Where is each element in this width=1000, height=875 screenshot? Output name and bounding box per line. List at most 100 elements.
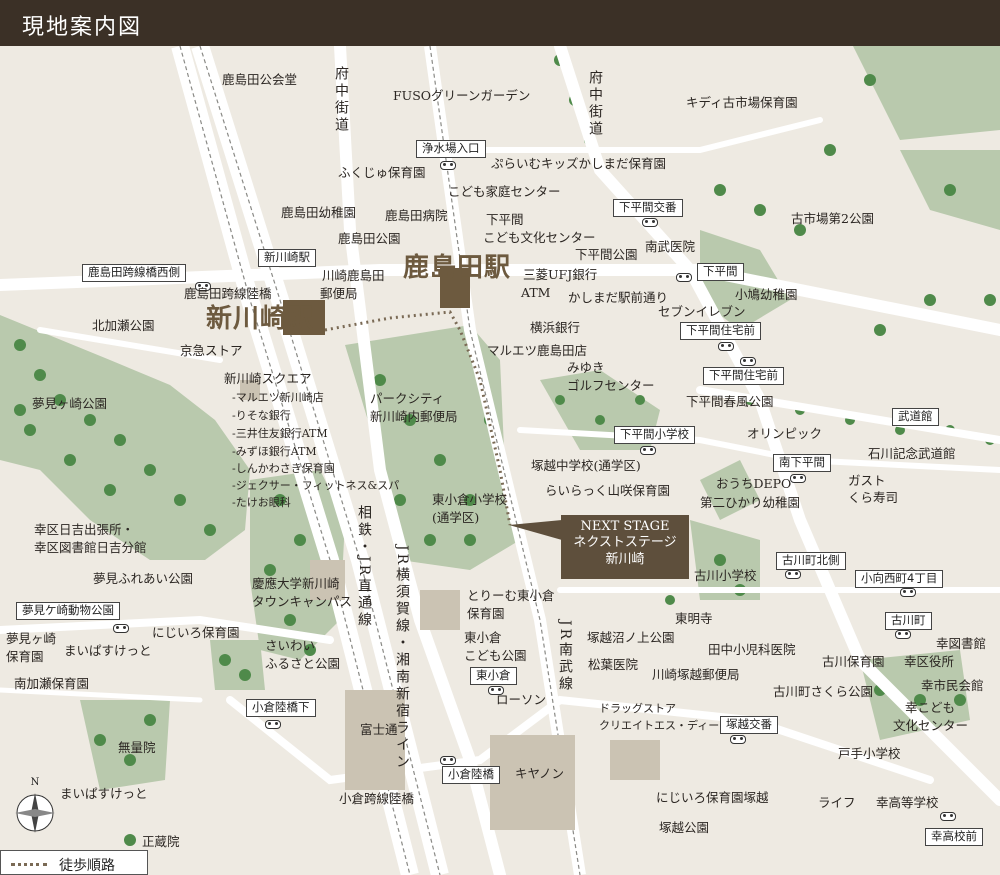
place-label: -たけお眼科 (232, 496, 291, 509)
place-label: かしまだ駅前通り (568, 290, 669, 305)
bus-stop-icon (640, 446, 656, 455)
place-label: 東明寺 (675, 611, 713, 626)
place-label: 京急ストア (180, 343, 243, 358)
place-label: 下平間春風公園 (686, 394, 774, 409)
place-label: 小倉跨線陸橋 (339, 791, 415, 806)
bus-stop-icon (440, 756, 456, 765)
place-label: 幸区図書館日吉分館 (34, 540, 147, 555)
bus-stop-label: 南下平間 (773, 454, 831, 472)
bus-stop-icon (113, 624, 129, 633)
place-label: (通学区) (432, 510, 480, 525)
place-label: とりーむ東小倉 (467, 588, 555, 603)
bus-stop-icon (790, 474, 806, 483)
legend-label: 徒歩順路 (59, 858, 115, 874)
place-label: 南加瀬保育園 (14, 676, 90, 691)
place-label: 無量院 (118, 740, 156, 755)
place-label: こども公園 (464, 648, 527, 663)
place-label: 塚越中学校(通学区) (531, 458, 641, 473)
place-label: ふるさと公園 (265, 656, 341, 671)
railway-label: JR南武線 (557, 620, 573, 694)
place-label: -みずほ銀行ATM (232, 445, 317, 458)
compass-icon: N (15, 777, 55, 833)
place-label: 保育園 (467, 606, 505, 621)
bus-stop-icon (440, 161, 456, 170)
bus-stop-label: 下平間交番 (613, 199, 683, 217)
place-label: さいわい (265, 638, 316, 653)
bus-stop-label: 古川町 (885, 612, 932, 630)
bus-stop-icon (900, 588, 916, 597)
place-label: みゆき (567, 360, 605, 375)
place-label: 慶應大学新川崎 (252, 576, 340, 591)
bus-stop-label: 小向西町4丁目 (855, 570, 944, 588)
place-label: ガスト (848, 473, 886, 488)
bus-stop-label: 古川町北側 (776, 552, 846, 570)
place-label: 松葉医院 (588, 657, 639, 672)
bus-stop-label: 小倉陸橋 (442, 766, 500, 784)
place-label: 文化センター (893, 718, 969, 733)
place-label: こども家庭センター (448, 184, 561, 199)
place-label: -しんかわさき保育園 (232, 462, 335, 475)
place-label: タウンキャンパス (252, 594, 353, 609)
place-label: 下平間 (486, 212, 524, 227)
bus-stop-label: 東小倉 (470, 667, 517, 685)
place-label: おうちDEPO (716, 476, 792, 491)
bus-stop-icon (676, 273, 692, 282)
page-title: 現地案内図 (22, 15, 143, 40)
railway-label: JR横須賀線・湘南新宿ライン (394, 545, 410, 772)
place-label: 幸高等学校 (876, 795, 939, 810)
place-label: 幸市民会館 (921, 678, 984, 693)
place-label: 鹿島田公園 (338, 231, 401, 246)
shinkawasaki-station-label: 新川崎駅 (206, 304, 315, 334)
place-label: 東小倉 (464, 630, 502, 645)
property-marker[interactable]: NEXT STAGE ネクストステージ 新川崎 (561, 515, 689, 579)
header-bar: 現地案内図 (0, 0, 1000, 46)
place-label: クリエイトエス・ディー (599, 719, 720, 732)
place-label: 夢見ふれあい公園 (93, 571, 194, 586)
place-label: 幸区役所 (904, 654, 955, 669)
place-label: 富士通 (360, 722, 398, 737)
place-label: 幸区日吉出張所・ (34, 522, 135, 537)
place-label: 下平間公園 (575, 247, 638, 262)
place-label: 第二ひかり幼稚園 (700, 495, 801, 510)
bus-stop-icon (265, 720, 281, 729)
place-label: ぷらいむキッズかしまだ保育園 (491, 156, 667, 171)
bus-stop-label: 浄水場入口 (416, 140, 486, 158)
place-label: -りそな銀行 (232, 409, 291, 422)
legend: 徒歩順路 (0, 850, 148, 875)
place-label: 三菱UFJ銀行 (523, 267, 598, 282)
place-label: 夢見ヶ崎公園 (32, 396, 108, 411)
place-label: 古川町さくら公園 (773, 684, 874, 699)
place-label: 鹿島田公会堂 (222, 72, 298, 87)
road-label: 府中街道 (587, 70, 603, 138)
property-name-place: 新川崎 (605, 551, 645, 567)
place-label: マルエツ鹿島田店 (487, 343, 588, 358)
place-label: 川崎塚越郵便局 (652, 667, 740, 682)
bus-stop-label: 下平間住宅前 (680, 322, 761, 340)
bus-stop-label: 新川崎駅 (258, 249, 316, 267)
place-label: 古川保育園 (822, 654, 885, 669)
place-label: らいらっく山咲保育園 (545, 483, 671, 498)
place-label: 新川崎内郵便局 (370, 409, 458, 424)
place-label: 塚越沼ノ上公園 (587, 630, 675, 645)
place-label: キディ古市場保育園 (686, 95, 798, 110)
bus-stop-icon (718, 342, 734, 351)
road-label: 府中街道 (333, 66, 349, 134)
bus-stop-icon (940, 812, 956, 821)
place-label: 東小倉小学校 (432, 492, 508, 507)
place-label: 古市場第2公園 (791, 211, 874, 226)
property-name-en: NEXT STAGE (580, 519, 670, 534)
place-label: まいぱすけっと (64, 643, 152, 658)
place-label: 横浜銀行 (530, 320, 581, 335)
kashimada-station-label: 鹿島田駅 (403, 253, 512, 283)
place-label: -三井住友銀行ATM (232, 427, 328, 440)
place-label: ドラッグストア (599, 702, 676, 715)
place-label: ふくじゅ保育園 (338, 165, 426, 180)
place-label: オリンピック (747, 426, 823, 441)
place-label: 田中小児科医院 (708, 642, 796, 657)
bus-stop-label: 幸高校前 (925, 828, 983, 846)
place-label: 石川記念武道館 (868, 446, 956, 461)
place-label: パークシティ (370, 391, 445, 406)
place-label: FUSOグリーンガーデン (393, 88, 531, 103)
bus-stop-label: 小倉陸橋下 (246, 699, 316, 717)
place-label: にじいろ保育園塚越 (656, 790, 769, 805)
